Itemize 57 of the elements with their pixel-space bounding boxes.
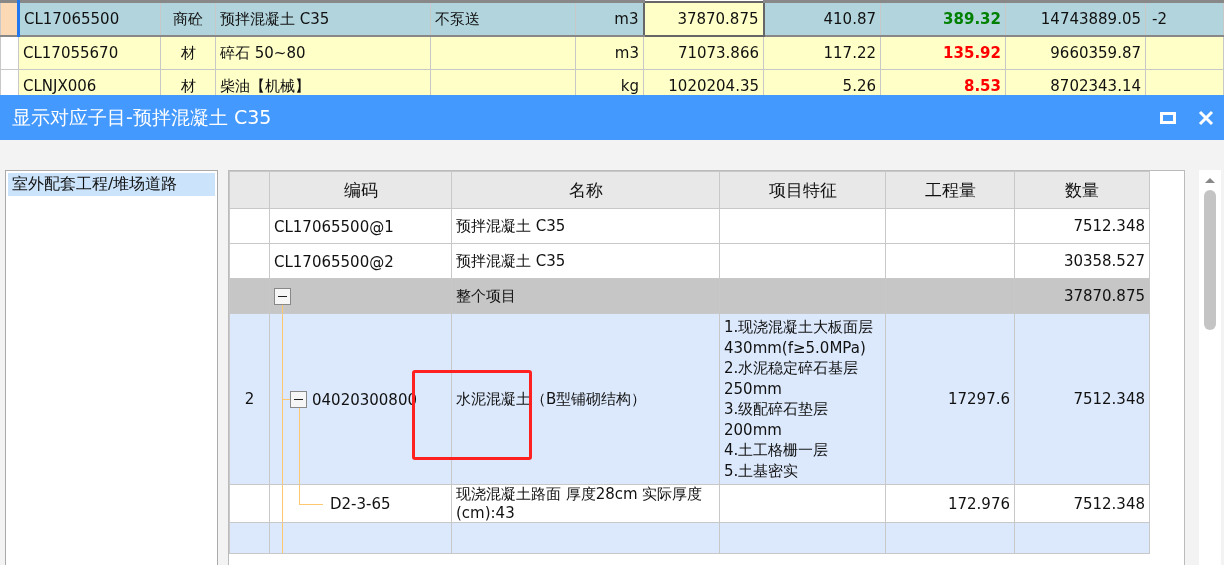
- maximize-icon[interactable]: [1160, 109, 1176, 126]
- table-cell: kg: [620, 77, 639, 95]
- tree-item[interactable]: 室外配套工程/堆场道路: [8, 173, 215, 196]
- table-cell: 7512.348: [1073, 494, 1145, 513]
- column-header[interactable]: 编码: [343, 179, 378, 200]
- table-cell: m3: [614, 44, 639, 62]
- table-cell: 9660359.87: [1050, 44, 1141, 62]
- table-cell: 1020204.35: [668, 77, 759, 95]
- table-cell: 水泥混凝土（B型铺砌结构）: [456, 389, 647, 408]
- table-cell: 预拌混凝土 C35: [220, 9, 330, 28]
- table-cell: CLNJX006: [23, 77, 97, 95]
- table-cell: 商砼: [173, 9, 203, 28]
- table-cell: 71073.866: [677, 44, 759, 62]
- table-cell: 135.92: [943, 44, 1001, 62]
- scroll-up-icon[interactable]: [1203, 176, 1217, 184]
- table-cell: 7512.348: [1073, 390, 1145, 408]
- table-cell: 37870.875: [1063, 287, 1145, 305]
- scrollbar-thumb[interactable]: [1204, 190, 1216, 330]
- collapse-icon[interactable]: [290, 390, 307, 408]
- table-cell: 预拌混凝土 C35: [456, 216, 566, 235]
- table-cell: 14743889.05: [1040, 10, 1141, 28]
- column-header[interactable]: 名称: [568, 179, 603, 200]
- table-cell: 389.32: [943, 10, 1001, 28]
- table-cell: 17297.6: [947, 390, 1010, 408]
- close-icon[interactable]: [1198, 109, 1214, 126]
- table-cell: 柴油【机械】: [220, 76, 310, 95]
- table-cell: -2: [1152, 10, 1167, 28]
- table-cell: 7512.348: [1073, 217, 1145, 235]
- table-cell: 410.87: [823, 10, 876, 28]
- table-cell: 材: [180, 76, 196, 95]
- table-cell: 117.22: [823, 44, 876, 62]
- table-row[interactable]: CL17055670 材 碎石 50~80 m3 71073.866 117.22 135.92 9660359.87: [0, 36, 1224, 70]
- row-number: 2: [244, 390, 255, 408]
- table-cell: 5.26: [842, 77, 876, 95]
- table-cell: D2-3-65: [330, 494, 391, 513]
- table-cell: 8702343.14: [1050, 77, 1141, 95]
- table-cell: CL17065500@1: [274, 217, 394, 236]
- column-header[interactable]: 数量: [1065, 179, 1099, 200]
- table-cell: 碎石 50~80: [220, 43, 306, 62]
- table-cell: CL17065500@2: [274, 252, 394, 271]
- table-cell: 37870.875: [677, 9, 759, 28]
- scrollbar[interactable]: [1199, 170, 1221, 565]
- table-cell: 8.53: [964, 77, 1001, 95]
- table-cell: 不泵送: [435, 9, 480, 28]
- table-cell: m3: [614, 10, 639, 28]
- window-title: 显示对应子目-预拌混凝土 C35: [12, 104, 272, 130]
- table-cell: 172.976: [947, 494, 1010, 513]
- table-cell: 材: [180, 43, 196, 62]
- table-cell: 30358.527: [1063, 252, 1145, 270]
- table-row[interactable]: CL17065500 商砼 预拌混凝土 C35 不泵送 m3 37870.875 410.87 389.32 14743889.05 -2: [0, 1, 1224, 36]
- table-cell: 现浇混凝土路面 厚度28cm 实际厚度(cm):43: [456, 485, 703, 522]
- table-cell-text: 1.现浇混凝土大板面层 430mm(f≥5.0MPa) 2.水泥稳定碎石基层250mm 3.级配碎石垫层 200mm 4.土工格栅一层 5.土基密实: [724, 317, 875, 482]
- table-cell: 整个项目: [456, 286, 516, 305]
- collapse-icon[interactable]: [274, 288, 291, 305]
- table-cell: CL17055670: [23, 44, 119, 62]
- table-cell: CL17065500: [24, 10, 120, 28]
- table-cell: 预拌混凝土 C35: [456, 251, 566, 270]
